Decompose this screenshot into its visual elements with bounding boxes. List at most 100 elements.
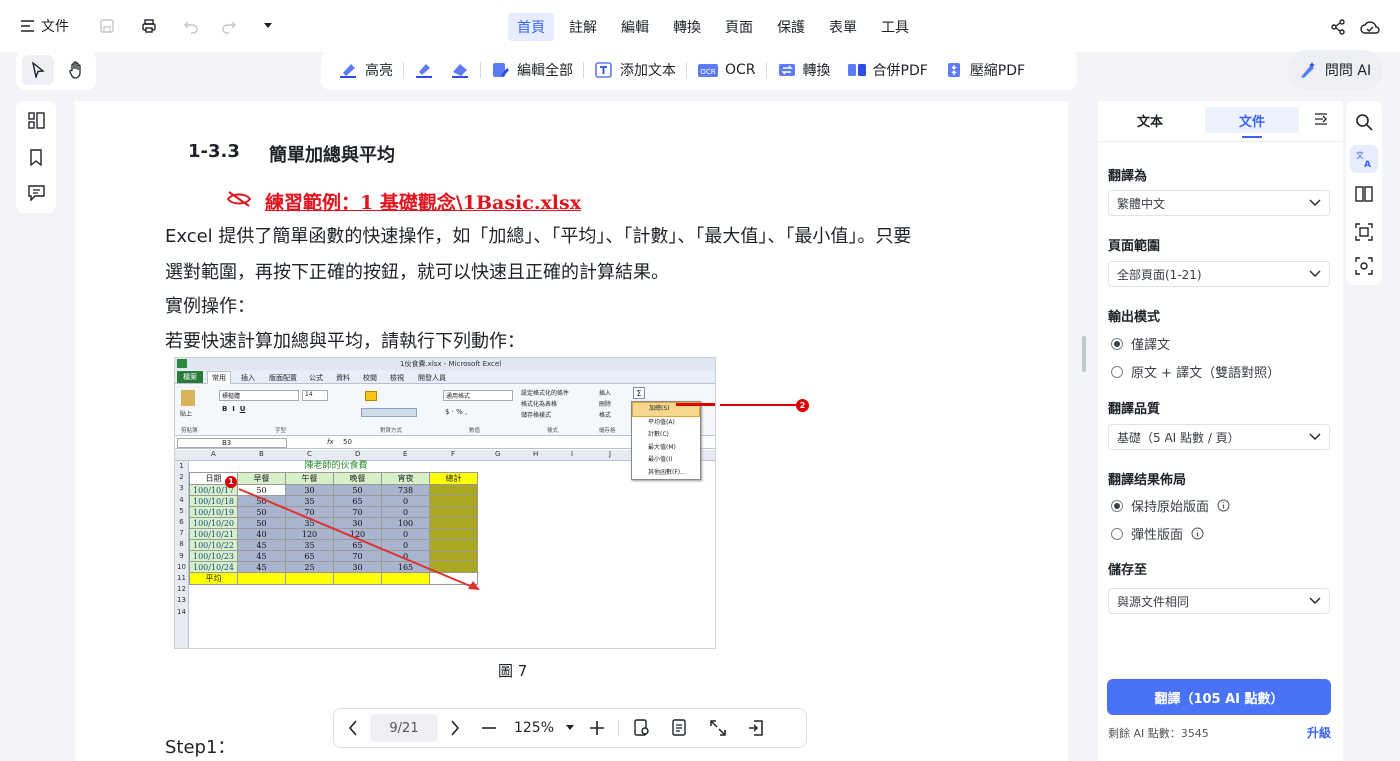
divider <box>686 62 687 78</box>
tab-tools[interactable]: 工具 <box>872 13 918 41</box>
translate-to-label: 翻譯為 <box>1108 169 1148 184</box>
share-icon[interactable] <box>1330 19 1346 35</box>
left-sidebar <box>16 101 56 213</box>
fullscreen-button[interactable] <box>701 713 735 743</box>
print-icon[interactable] <box>141 18 157 34</box>
merge-pdf-button[interactable]: 合併PDF <box>839 50 936 90</box>
ocr-button[interactable]: OCR OCR <box>689 50 764 90</box>
file-menu-label: 文件 <box>41 19 69 35</box>
redo-icon[interactable] <box>221 18 237 34</box>
highlighter-icon <box>340 64 356 78</box>
select-tool-button[interactable] <box>22 55 54 85</box>
chevron-right-icon <box>451 720 460 736</box>
translate-button[interactable]: 翻譯（105 AI 點數） <box>1107 679 1331 715</box>
exercise-file-link[interactable]: 練習範例：1 基礎觀念\1Basic.xlsx <box>265 188 581 215</box>
edit-all-button[interactable]: 編輯全部 <box>483 50 581 90</box>
page-navigation-bar: 9/21 125% <box>333 708 807 748</box>
tab-document[interactable]: 文件 <box>1205 107 1299 133</box>
eraser-tool-button[interactable] <box>442 50 478 90</box>
compress-pdf-button[interactable]: 壓縮PDF <box>936 50 1033 90</box>
chevron-down-icon <box>1309 433 1321 440</box>
option-label: 保持原始版面 <box>1131 500 1210 515</box>
right-tool-rail: 文A <box>1346 101 1382 285</box>
reading-mode-button[interactable] <box>663 713 697 743</box>
collapse-panel-icon[interactable] <box>1314 112 1328 126</box>
tab-annotate[interactable]: 註解 <box>560 13 606 41</box>
page-view-button[interactable] <box>625 713 659 743</box>
selection-tools <box>16 50 96 90</box>
next-page-button[interactable] <box>442 713 468 743</box>
info-icon[interactable] <box>1217 499 1230 512</box>
compare-icon[interactable] <box>1355 185 1373 203</box>
previous-page-button[interactable] <box>340 713 366 743</box>
exit-panel-button[interactable] <box>739 713 773 743</box>
convert-button[interactable]: 轉換 <box>769 50 839 90</box>
translate-to-select[interactable]: 繁體中文 <box>1108 190 1330 216</box>
upgrade-link[interactable]: 升級 <box>1307 724 1331 741</box>
page-range-select[interactable]: 全部頁面(1-21) <box>1108 261 1330 287</box>
section-title: 簡單加總與平均 <box>269 145 395 166</box>
radio-selected <box>1111 337 1123 350</box>
translate-panel: 文本 文件 翻譯為 繁體中文 頁面範圍 全部頁面(1-21) 輸出模式 僅譯文 … <box>1098 101 1343 761</box>
translate-tool-button[interactable]: 文A <box>1350 145 1378 173</box>
bookmark-icon[interactable] <box>29 149 43 166</box>
tab-home[interactable]: 首頁 <box>508 13 554 41</box>
section-number: 1-3.3 <box>188 141 240 162</box>
quality-select[interactable]: 基礎（5 AI 點數 / 頁） <box>1108 424 1330 450</box>
quality-label: 翻譯品質 <box>1108 402 1161 417</box>
active-tab-indicator <box>1242 136 1262 138</box>
layout-option-original[interactable]: 保持原始版面 <box>1111 496 1230 515</box>
add-text-button[interactable]: 添加文本 <box>586 50 684 90</box>
output-option-translation-only[interactable]: 僅譯文 <box>1111 334 1170 353</box>
dropdown-icon[interactable] <box>263 22 273 30</box>
top-bar: 文件 首頁 註解 編輯 轉換 頁面 保護 表單 工具 <box>0 0 1400 52</box>
merge-icon <box>847 64 866 76</box>
option-label: 僅譯文 <box>1131 338 1171 353</box>
ocr-icon: OCR <box>698 64 718 77</box>
plus-icon <box>590 721 604 735</box>
tab-form[interactable]: 表單 <box>820 13 866 41</box>
zoom-value: 125% <box>513 720 555 736</box>
file-menu-button[interactable]: 文件 <box>20 16 69 36</box>
translate-icon: 文A <box>1356 150 1371 168</box>
menu-icon <box>21 20 34 32</box>
comment-icon[interactable] <box>28 185 45 201</box>
divider <box>618 720 619 736</box>
tab-edit[interactable]: 編輯 <box>612 13 658 41</box>
search-icon[interactable] <box>1355 113 1373 131</box>
zoom-out-button[interactable] <box>472 713 506 743</box>
translate-to-value: 繁體中文 <box>1117 196 1166 211</box>
highlight-button[interactable]: 高亮 <box>331 50 401 90</box>
scrollbar-thumb[interactable] <box>1082 336 1086 372</box>
zoom-select[interactable]: 125% <box>510 713 578 743</box>
layout-option-flexible[interactable]: 彈性版面 <box>1111 524 1204 543</box>
crop-icon[interactable] <box>1355 223 1373 241</box>
screen-capture-icon[interactable] <box>1355 257 1373 275</box>
info-icon[interactable] <box>1191 527 1204 540</box>
divider <box>480 62 481 78</box>
undo-icon[interactable] <box>183 18 199 34</box>
zoom-in-button[interactable] <box>582 713 612 743</box>
chevron-down-icon <box>1309 270 1321 277</box>
tab-protect[interactable]: 保護 <box>768 13 814 41</box>
save-icon[interactable] <box>99 18 115 34</box>
merge-pdf-label: 合併PDF <box>872 63 928 79</box>
autosum-item: 計數(C) <box>648 431 669 438</box>
compress-icon <box>947 63 960 77</box>
tab-convert[interactable]: 轉換 <box>664 13 710 41</box>
underline-tool-button[interactable] <box>406 50 442 90</box>
hand-tool-button[interactable] <box>60 55 92 85</box>
radio-unselected <box>1111 365 1123 378</box>
output-option-bilingual[interactable]: 原文 + 譯文（雙語對照） <box>1111 362 1280 381</box>
ask-ai-button[interactable]: 問問 AI <box>1287 50 1383 90</box>
save-to-select[interactable]: 與源文件相同 <box>1108 588 1330 614</box>
option-label: 原文 + 譯文（雙語對照） <box>1131 366 1281 381</box>
thumbnails-icon[interactable] <box>28 112 45 129</box>
page-indicator[interactable]: 9/21 <box>370 714 438 742</box>
autosum-item: 平均值(A) <box>648 418 675 426</box>
cloud-sync-icon[interactable] <box>1360 18 1380 36</box>
compress-pdf-label: 壓縮PDF <box>969 63 1026 79</box>
tab-page[interactable]: 頁面 <box>716 13 762 41</box>
tab-text[interactable]: 文本 <box>1108 107 1192 133</box>
divider <box>583 62 584 78</box>
